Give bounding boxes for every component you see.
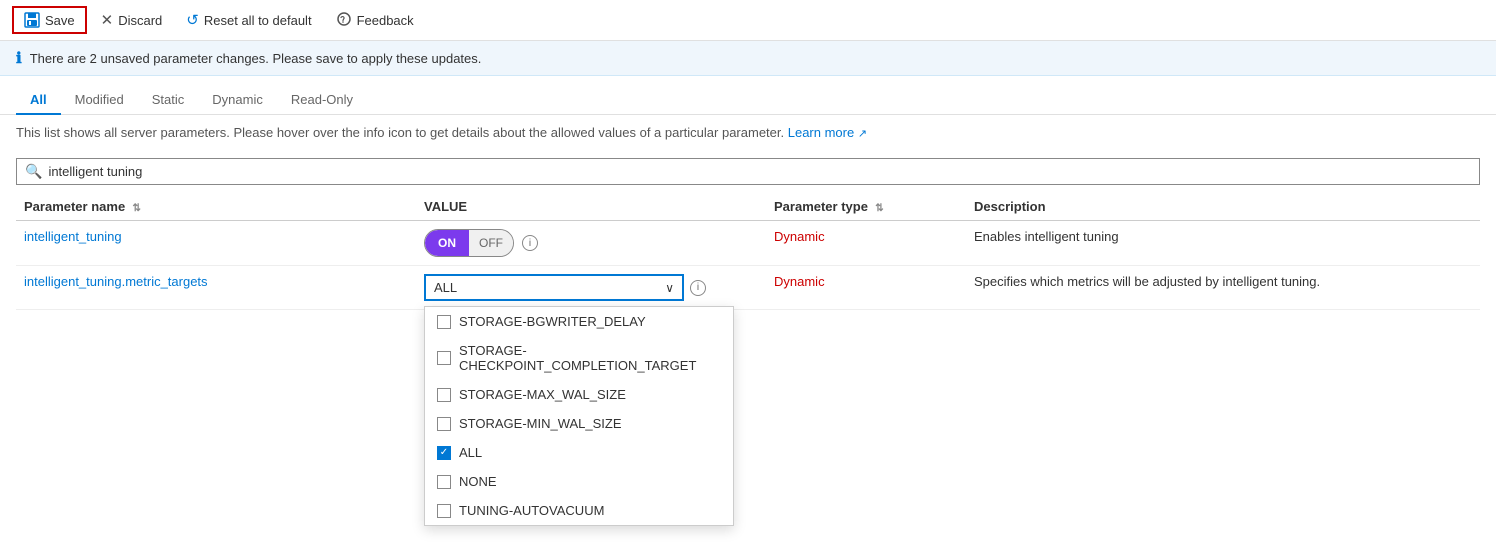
chevron-down-icon: ∨ [665,281,674,295]
save-label: Save [45,13,75,28]
col-header-name: Parameter name ⇅ [16,193,416,221]
dropdown-item-0[interactable]: STORAGE-BGWRITER_DELAY [425,307,733,336]
tab-readonly[interactable]: Read-Only [277,86,367,115]
tab-modified[interactable]: Modified [61,86,138,115]
info-message: There are 2 unsaved parameter changes. P… [30,51,482,66]
param-name-cell-2: intelligent_tuning.metric_targets [16,266,416,310]
info-circle-toggle[interactable]: i [522,235,538,251]
search-input[interactable] [48,164,1471,179]
param-type-2: Dynamic [774,274,825,289]
dropdown-select[interactable]: ALL ∨ [424,274,684,301]
save-button[interactable]: Save [12,6,87,34]
tab-all[interactable]: All [16,86,61,115]
save-icon [24,12,40,28]
dropdown-item-2[interactable]: STORAGE-MAX_WAL_SIZE [425,380,733,409]
table-wrap: Parameter name ⇅ VALUE Parameter type ⇅ … [0,193,1496,310]
reset-label: Reset all to default [204,13,312,28]
param-value-cell-toggle: ON OFF i [416,221,766,266]
param-name-link-2[interactable]: intelligent_tuning.metric_targets [24,274,208,289]
dropdown-menu: STORAGE-BGWRITER_DELAY STORAGE-CHECKPOIN… [424,306,734,526]
search-icon: 🔍 [25,163,42,180]
param-description-2: Specifies which metrics will be adjusted… [974,274,1320,289]
col-header-desc: Description [966,193,1480,221]
toolbar: Save ✕ Discard ↺ Reset all to default Fe… [0,0,1496,41]
sort-icon-type[interactable]: ⇅ [875,203,883,214]
discard-label: Discard [118,13,162,28]
param-desc-cell: Enables intelligent tuning [966,221,1480,266]
discard-icon: ✕ [101,11,114,29]
toggle-off: OFF [469,230,513,256]
info-icon: ℹ [16,49,22,67]
toggle-on: ON [425,230,469,256]
reset-icon: ↺ [186,11,199,29]
dropdown-item-label-4: ALL [459,445,482,460]
feedback-label: Feedback [357,13,414,28]
param-name-link[interactable]: intelligent_tuning [24,229,122,244]
dropdown-item-4[interactable]: ✓ ALL [425,438,733,467]
dropdown-item-3[interactable]: STORAGE-MIN_WAL_SIZE [425,409,733,438]
table-row: intelligent_tuning ON OFF i Dynamic En [16,221,1480,266]
learn-more-link[interactable]: Learn more ↗ [788,125,867,140]
info-circle-dropdown[interactable]: i [690,280,706,296]
checkbox-4[interactable]: ✓ [437,446,451,460]
feedback-icon [336,11,352,30]
checkbox-0[interactable] [437,315,451,329]
param-name-cell: intelligent_tuning [16,221,416,266]
dropdown-item-label-3: STORAGE-MIN_WAL_SIZE [459,416,622,431]
checkbox-3[interactable] [437,417,451,431]
table-header-row: Parameter name ⇅ VALUE Parameter type ⇅ … [16,193,1480,221]
description-text: This list shows all server parameters. P… [16,125,788,140]
feedback-button[interactable]: Feedback [326,7,424,34]
dropdown-item-label-0: STORAGE-BGWRITER_DELAY [459,314,646,329]
dropdown-item-label-5: NONE [459,474,497,489]
toggle-wrap: ON OFF i [424,229,758,257]
sort-icon[interactable]: ⇅ [133,203,141,214]
tab-dynamic[interactable]: Dynamic [198,86,277,115]
tab-static[interactable]: Static [138,86,199,115]
dropdown-item-label-6: TUNING-AUTOVACUUM [459,503,604,518]
dropdown-item-5[interactable]: NONE [425,467,733,496]
discard-button[interactable]: ✕ Discard [91,7,173,33]
dropdown-item-label-1: STORAGE-CHECKPOINT_COMPLETION_TARGET [459,343,721,373]
external-link-icon: ↗ [858,128,867,140]
param-desc-cell-2: Specifies which metrics will be adjusted… [966,266,1480,310]
toggle-control[interactable]: ON OFF [424,229,514,257]
info-bar: ℹ There are 2 unsaved parameter changes.… [0,41,1496,76]
checkbox-2[interactable] [437,388,451,402]
dropdown-item-label-2: STORAGE-MAX_WAL_SIZE [459,387,626,402]
search-input-wrap: 🔍 [16,158,1480,185]
parameters-table: Parameter name ⇅ VALUE Parameter type ⇅ … [16,193,1480,310]
param-value-cell-dropdown: ALL ∨ i STORAGE-BGWRITER_DELAY [416,266,766,310]
param-type-cell-2: Dynamic [766,266,966,310]
checkbox-6[interactable] [437,504,451,518]
param-description: Enables intelligent tuning [974,229,1119,244]
dropdown-item-1[interactable]: STORAGE-CHECKPOINT_COMPLETION_TARGET [425,336,733,380]
table-row: intelligent_tuning.metric_targets ALL ∨ … [16,266,1480,310]
description: This list shows all server parameters. P… [0,115,1496,150]
param-type: Dynamic [774,229,825,244]
search-bar: 🔍 [0,150,1496,193]
checkbox-1[interactable] [437,351,451,365]
select-wrap: ALL ∨ i STORAGE-BGWRITER_DELAY [424,274,758,301]
reset-button[interactable]: ↺ Reset all to default [176,7,321,33]
dropdown-item-6[interactable]: TUNING-AUTOVACUUM [425,496,733,525]
checkbox-5[interactable] [437,475,451,489]
tabs: All Modified Static Dynamic Read-Only [0,76,1496,115]
col-header-type: Parameter type ⇅ [766,193,966,221]
param-type-cell: Dynamic [766,221,966,266]
dropdown-value: ALL [434,280,457,295]
col-header-value: VALUE [416,193,766,221]
